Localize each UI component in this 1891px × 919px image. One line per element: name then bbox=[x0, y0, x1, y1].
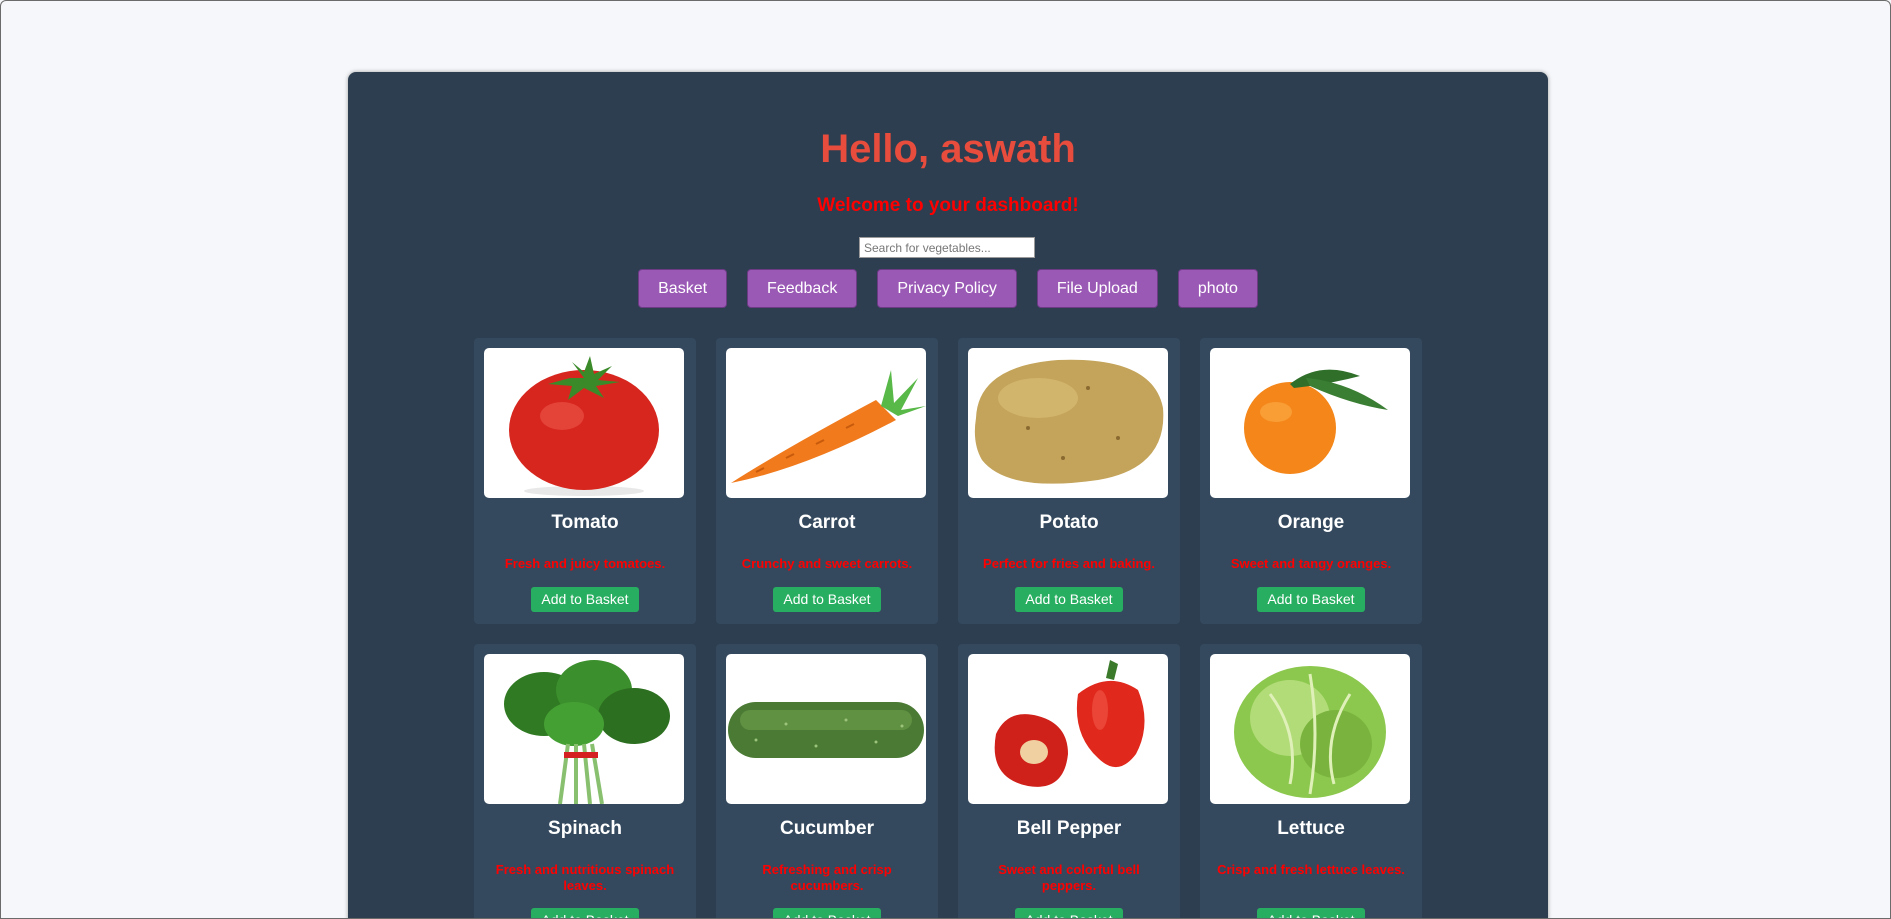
file-upload-button[interactable]: File Upload bbox=[1036, 269, 1158, 308]
product-description: Fresh and juicy tomatoes. bbox=[504, 556, 666, 571]
tomato-image bbox=[484, 348, 684, 498]
lettuce-image bbox=[1210, 654, 1410, 804]
potato-image bbox=[968, 348, 1168, 498]
search-input[interactable] bbox=[859, 237, 1035, 258]
product-name: Orange bbox=[1277, 512, 1345, 533]
add-to-basket-button[interactable]: Add to Basket bbox=[1015, 908, 1123, 918]
product-name: Lettuce bbox=[1277, 818, 1345, 839]
product-name: Potato bbox=[1039, 512, 1099, 533]
orange-image bbox=[1210, 348, 1410, 498]
product-description: Crisp and fresh lettuce leaves. bbox=[1217, 862, 1405, 877]
product-card: Bell Pepper Sweet and colorful bell pepp… bbox=[958, 644, 1180, 918]
add-to-basket-button[interactable]: Add to Basket bbox=[531, 908, 639, 918]
product-card: Cucumber Refreshing and crisp cucumbers.… bbox=[716, 644, 938, 918]
carrot-image bbox=[726, 348, 926, 498]
product-description: Sweet and tangy oranges. bbox=[1230, 556, 1392, 571]
add-to-basket-button[interactable]: Add to Basket bbox=[1015, 587, 1123, 612]
product-card: Spinach Fresh and nutritious spinach lea… bbox=[474, 644, 696, 918]
greeting-heading: Hello, aswath bbox=[820, 127, 1076, 171]
product-description: Perfect for fries and baking. bbox=[983, 556, 1155, 571]
bell-pepper-image bbox=[968, 654, 1168, 804]
privacy-policy-button[interactable]: Privacy Policy bbox=[877, 269, 1017, 308]
cucumber-image bbox=[726, 654, 926, 804]
product-name: Tomato bbox=[551, 512, 619, 533]
product-card: Lettuce Crisp and fresh lettuce leaves. … bbox=[1200, 644, 1422, 918]
product-card: Orange Sweet and tangy oranges. Add to B… bbox=[1200, 338, 1422, 624]
spinach-image bbox=[484, 654, 684, 804]
dashboard-panel: Hello, aswath Welcome to your dashboard!… bbox=[348, 72, 1548, 918]
add-to-basket-button[interactable]: Add to Basket bbox=[1257, 587, 1365, 612]
add-to-basket-button[interactable]: Add to Basket bbox=[773, 908, 881, 918]
product-description: Fresh and nutritious spinach leaves. bbox=[495, 862, 675, 893]
product-name: Spinach bbox=[548, 818, 622, 839]
photo-button[interactable]: photo bbox=[1177, 269, 1258, 308]
basket-button[interactable]: Basket bbox=[638, 269, 728, 308]
product-description: Sweet and colorful bell peppers. bbox=[998, 862, 1140, 893]
product-name: Carrot bbox=[798, 512, 856, 533]
add-to-basket-button[interactable]: Add to Basket bbox=[531, 587, 639, 612]
product-name: Cucumber bbox=[780, 818, 874, 839]
product-description: Crunchy and sweet carrots. bbox=[741, 556, 913, 571]
feedback-button[interactable]: Feedback bbox=[747, 269, 858, 308]
product-card: Potato Perfect for fries and baking. Add… bbox=[958, 338, 1180, 624]
product-grid: Tomato Fresh and juicy tomatoes. Add to … bbox=[474, 338, 1424, 918]
add-to-basket-button[interactable]: Add to Basket bbox=[773, 587, 881, 612]
product-description: Refreshing and crisp cucumbers. bbox=[762, 862, 892, 893]
product-card: Carrot Crunchy and sweet carrots. Add to… bbox=[716, 338, 938, 624]
browser-viewport: Hello, aswath Welcome to your dashboard!… bbox=[0, 0, 1891, 919]
product-card: Tomato Fresh and juicy tomatoes. Add to … bbox=[474, 338, 696, 624]
nav-bar: Basket Feedback Privacy Policy File Uplo… bbox=[348, 269, 1548, 308]
add-to-basket-button[interactable]: Add to Basket bbox=[1257, 908, 1365, 918]
product-name: Bell Pepper bbox=[1016, 818, 1122, 839]
welcome-message: Welcome to your dashboard! bbox=[817, 195, 1079, 216]
